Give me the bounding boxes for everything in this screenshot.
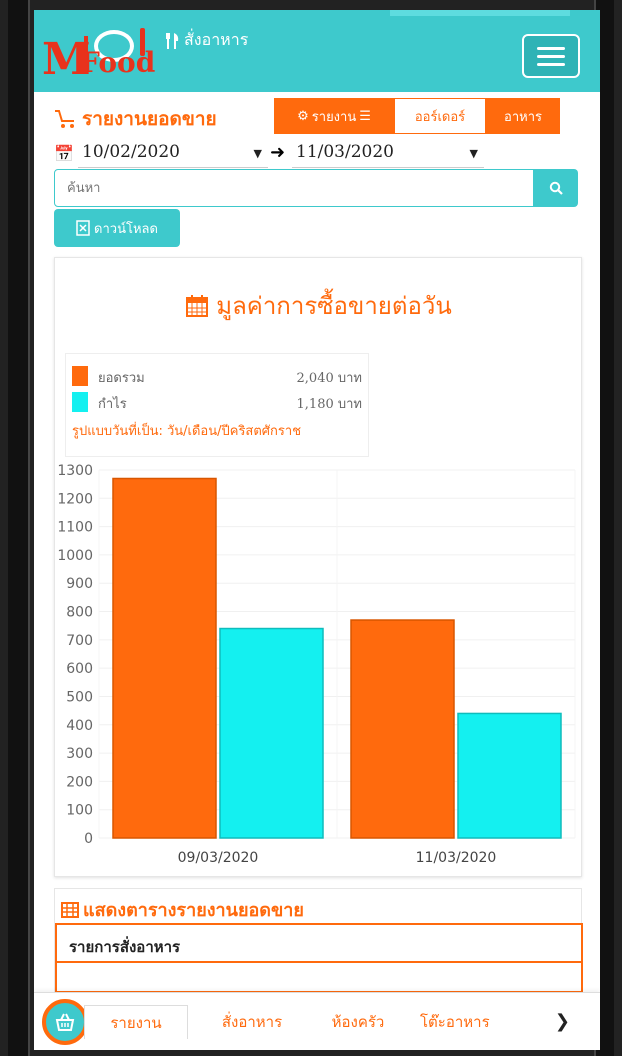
- hamburger-line: [537, 62, 565, 66]
- food-tab-button[interactable]: อาหาร: [486, 98, 560, 134]
- table-row: [55, 963, 583, 993]
- food-tab-label: อาหาร: [504, 109, 542, 125]
- nav-item-order-food[interactable]: สั่งอาหาร: [206, 1005, 298, 1039]
- table-header-label: รายการสั่งอาหาร: [69, 938, 181, 956]
- date-from-select[interactable]: 10/02/2020 ▼: [78, 142, 268, 168]
- page-title: รายงานยอดขาย: [54, 104, 217, 134]
- list-icon: ☰: [359, 108, 371, 124]
- cart-icon: [55, 110, 74, 128]
- y-tick-label: 0: [84, 831, 93, 847]
- caret-down-icon: ▼: [253, 147, 262, 160]
- table-icon: [61, 901, 79, 918]
- nav-item-label: ห้องครัว: [331, 1013, 385, 1031]
- chevron-right-icon[interactable]: ❯: [555, 1011, 570, 1032]
- legend-value-total: 2,040 บาท: [296, 371, 362, 386]
- bottom-navigation: รายงาน สั่งอาหาร ห้องครัว โต๊ะอาหาร ❯: [34, 992, 600, 1050]
- calendar-icon: 📅: [54, 144, 74, 163]
- x-tick-label: 11/03/2020: [416, 850, 497, 866]
- date-to-select[interactable]: 11/03/2020 ▼: [292, 142, 484, 168]
- legend-name-total: ยอดรวม: [98, 371, 145, 386]
- y-tick-label: 300: [66, 746, 93, 762]
- chart-title-text: มูลค่าการซื้อขายต่อวัน: [216, 292, 452, 320]
- sales-chart-card: มูลค่าการซื้อขายต่อวัน ยอดรวม 2,040 บาท …: [54, 257, 582, 877]
- app-screen: M Food สั่งอาหาร รายงานยอดขาย ⚙ รายงาน ☰…: [34, 10, 600, 1050]
- nav-item-kitchen[interactable]: ห้องครัว: [316, 1005, 400, 1039]
- table-header: รายการสั่งอาหาร: [55, 923, 583, 963]
- gear-icon: ⚙: [297, 108, 309, 124]
- y-tick-label: 200: [66, 774, 93, 790]
- legend-item-total: ยอดรวม 2,040 บาท: [72, 364, 368, 386]
- logo-word-food: Food: [80, 46, 156, 79]
- report-toolbar: รายงานยอดขาย ⚙ รายงาน ☰ ออร์เดอร์ อาหาร: [54, 98, 594, 138]
- y-tick-label: 1000: [57, 548, 93, 564]
- hamburger-line: [537, 46, 565, 50]
- date-to-value: 11/03/2020: [296, 142, 394, 162]
- y-tick-label: 100: [66, 803, 93, 819]
- order-tab-label: ออร์เดอร์: [414, 109, 466, 125]
- brand-link[interactable]: สั่งอาหาร: [166, 28, 248, 53]
- device-left-edge: [8, 0, 30, 1056]
- basket-icon: [55, 1013, 75, 1031]
- download-label: ดาวน์โหลด: [94, 221, 158, 237]
- y-tick-label: 600: [66, 661, 93, 677]
- search-button[interactable]: [534, 169, 578, 207]
- report-button-label: รายงาน: [311, 109, 357, 125]
- search-icon: [549, 181, 563, 195]
- report-button[interactable]: ⚙ รายงาน ☰: [274, 98, 394, 134]
- y-tick-label: 1100: [57, 520, 93, 536]
- legend-item-profit: กำไร 1,180 บาท: [72, 390, 368, 412]
- y-tick-label: 500: [66, 689, 93, 705]
- nav-item-label: โต๊ะอาหาร: [420, 1013, 490, 1031]
- chart-legend: ยอดรวม 2,040 บาท กำไร 1,180 บาท รูปแบบวั…: [65, 353, 369, 457]
- basket-button[interactable]: [42, 999, 88, 1045]
- date-from-value: 10/02/2020: [82, 142, 180, 162]
- arrow-right-icon: ➜: [270, 142, 286, 163]
- legend-swatch-profit: [72, 392, 88, 412]
- header-highlight: [390, 10, 570, 16]
- date-range-row: 📅 10/02/2020 ▼ ➜ 11/03/2020 ▼: [54, 140, 574, 168]
- calendar-icon: [186, 294, 209, 317]
- bar-total: [112, 477, 217, 839]
- search-group: [54, 169, 578, 207]
- y-tick-label: 1200: [57, 491, 93, 507]
- x-tick-label: 09/03/2020: [178, 850, 259, 866]
- mfood-logo[interactable]: M Food: [42, 24, 162, 82]
- bar-profit: [219, 627, 324, 839]
- sales-bar-chart: 0 100 200 300 400 500 600 700 800 900 1000 1100 1200…: [57, 463, 576, 866]
- y-tick-label: 1300: [57, 463, 93, 479]
- y-tick-label: 800: [66, 605, 93, 621]
- download-button[interactable]: ดาวน์โหลด: [54, 209, 180, 247]
- legend-value-profit: 1,180 บาท: [296, 397, 362, 412]
- bar-profit: [457, 712, 562, 839]
- search-input[interactable]: [54, 169, 534, 207]
- excel-file-icon: [76, 220, 90, 236]
- table-title: แสดงตารางรายงานยอดขาย: [61, 895, 304, 924]
- utensils-icon: [166, 32, 179, 49]
- brand-label: สั่งอาหาร: [184, 30, 249, 49]
- nav-item-label: รายงาน: [110, 1013, 162, 1032]
- y-tick-label: 700: [66, 633, 93, 649]
- hamburger-menu-button[interactable]: [522, 34, 580, 78]
- caret-down-icon: ▼: [469, 147, 478, 160]
- nav-item-report[interactable]: รายงาน: [84, 1005, 188, 1039]
- order-tab-button[interactable]: ออร์เดอร์: [394, 98, 486, 134]
- chart-title: มูลค่าการซื้อขายต่อวัน: [55, 286, 583, 325]
- nav-item-label: สั่งอาหาร: [221, 1013, 283, 1031]
- table-title-text: แสดงตารางรายงานยอดขาย: [83, 900, 304, 921]
- hamburger-line: [537, 54, 565, 58]
- legend-swatch-total: [72, 366, 88, 386]
- legend-name-profit: กำไร: [98, 397, 127, 412]
- y-tick-label: 900: [66, 576, 93, 592]
- nav-item-tables[interactable]: โต๊ะอาหาร: [420, 1005, 524, 1039]
- device-frame: M Food สั่งอาหาร รายงานยอดขาย ⚙ รายงาน ☰…: [0, 0, 622, 1056]
- bar-total: [350, 619, 455, 839]
- date-format-note: รูปแบบวันที่เป็น: วัน/เดือน/ปีคริสตศักรา…: [72, 424, 302, 439]
- page-title-text: รายงานยอดขาย: [82, 108, 217, 130]
- app-header: M Food สั่งอาหาร: [34, 10, 600, 92]
- y-tick-label: 400: [66, 718, 93, 734]
